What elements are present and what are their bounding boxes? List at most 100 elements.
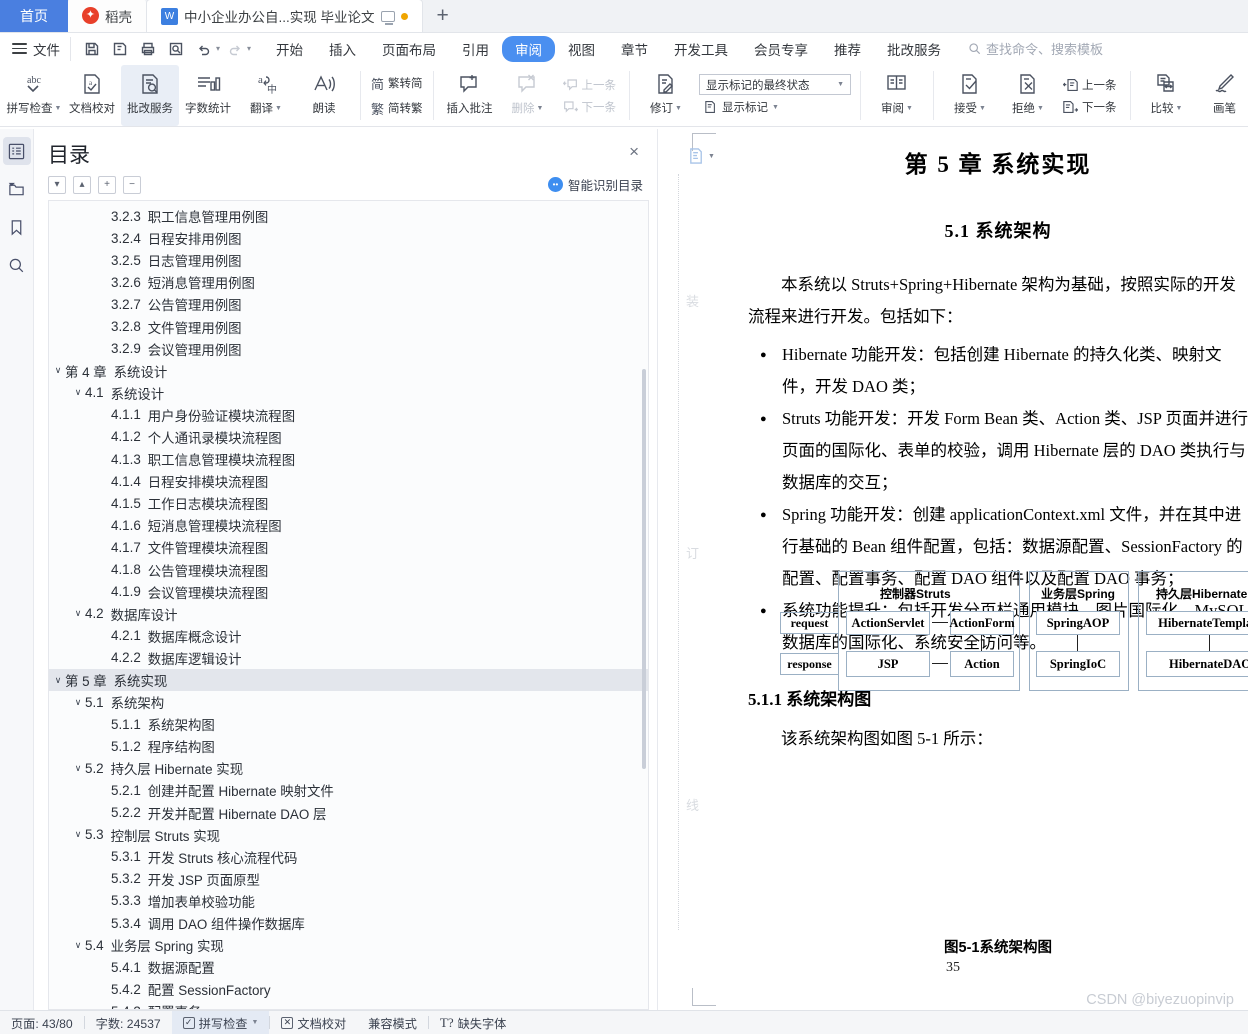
ribbon-tab-page-layout[interactable]: 页面布局	[369, 36, 449, 62]
toc-item[interactable]: ∨ 5.1 系统架构	[49, 691, 648, 713]
toc-scrollbar[interactable]	[642, 369, 646, 769]
chevron-down-icon[interactable]: ∨	[71, 608, 85, 619]
trad-to-simp-button[interactable]: 简 繁转简	[367, 72, 427, 95]
toc-item[interactable]: 5.3.4 调用 DAO 组件操作数据库	[49, 912, 648, 934]
doc-proofread-button[interactable]: a 文档校对	[63, 65, 121, 126]
undo-icon[interactable]	[191, 37, 217, 61]
toc-item[interactable]: 3.2.6 短消息管理用例图	[49, 271, 648, 293]
toc-item[interactable]: ∨ 5.4 业务层 Spring 实现	[49, 934, 648, 956]
toc-item[interactable]: 4.1.8 公告管理模块流程图	[49, 559, 648, 581]
show-markup-button[interactable]: 显示标记 ▼	[699, 97, 851, 117]
file-menu-button[interactable]: 文件	[10, 39, 70, 59]
toc-item[interactable]: 5.2.2 开发并配置 Hibernate DAO 层	[49, 802, 648, 824]
toc-item[interactable]: ∨ 4.1 系统设计	[49, 382, 648, 404]
ribbon-tab-references[interactable]: 引用	[449, 36, 502, 62]
save-as-icon[interactable]	[107, 37, 133, 61]
track-changes-button[interactable]: 修订 ▼	[637, 65, 695, 126]
thumbnail-icon[interactable]	[3, 175, 31, 203]
ribbon-tab-start[interactable]: 开始	[263, 36, 316, 62]
toc-item[interactable]: 5.4.3配置事务	[49, 1000, 648, 1009]
chevron-down-icon[interactable]: ∨	[71, 387, 85, 398]
comment-marker-icon[interactable]: ▼	[688, 147, 715, 165]
chevron-down-icon[interactable]: ∨	[71, 829, 85, 840]
toc-item[interactable]: 4.1.2 个人通讯录模块流程图	[49, 426, 648, 448]
toc-item[interactable]: 3.2.3 职工信息管理用例图	[49, 205, 648, 227]
insert-comment-button[interactable]: 插入批注	[441, 65, 499, 126]
read-aloud-button[interactable]: 朗读	[295, 65, 353, 126]
toc-item[interactable]: 5.3.3 增加表单校验功能	[49, 890, 648, 912]
compat-mode-status[interactable]: 兼容模式	[357, 1011, 428, 1034]
toc-item[interactable]: 4.1.7 文件管理模块流程图	[49, 536, 648, 558]
outline-icon[interactable]	[2, 137, 31, 165]
chevron-down-icon[interactable]: ▼	[708, 153, 715, 160]
toc-item[interactable]: 4.1.1 用户身份验证模块流程图	[49, 404, 648, 426]
expand-all-icon[interactable]: +	[98, 175, 116, 194]
chevron-down-icon[interactable]: ∨	[71, 763, 85, 774]
toc-item[interactable]: 3.2.4 日程安排用例图	[49, 227, 648, 249]
toc-item[interactable]: 3.2.5 日志管理用例图	[49, 249, 648, 271]
ink-pen-button[interactable]: 画笔	[1196, 65, 1248, 126]
toc-item[interactable]: 5.3.2 开发 JSP 页面原型	[49, 868, 648, 890]
toc-item[interactable]: 3.2.9 会议管理用例图	[49, 338, 648, 360]
page-indicator[interactable]: 页面: 43/80	[0, 1011, 84, 1034]
toc-item[interactable]: 4.1.5 工作日志模块流程图	[49, 492, 648, 514]
toc-item[interactable]: 4.2.1 数据库概念设计	[49, 625, 648, 647]
ribbon-tab-dev-tools[interactable]: 开发工具	[661, 36, 741, 62]
toc-item[interactable]: ∨ 第 5 章系统实现	[49, 668, 648, 692]
toc-item[interactable]: ∨ 5.3 控制层 Struts 实现	[49, 824, 648, 846]
reject-change-button[interactable]: 拒绝 ▼	[999, 65, 1057, 126]
toc-item[interactable]: 3.2.8 文件管理用例图	[49, 315, 648, 337]
close-icon[interactable]: ×	[625, 139, 643, 164]
toc-list[interactable]: 3.2.3 职工信息管理用例图 3.2.4 日程安排用例图 3.2.5 日志管理用例图 3.…	[48, 200, 649, 1010]
accept-change-button[interactable]: 接受 ▼	[941, 65, 999, 126]
word-count-button[interactable]: 字数统计	[179, 65, 237, 126]
collapse-up-icon[interactable]: ▴	[73, 175, 91, 194]
document-body[interactable]: 第 5 章 系统实现 5.1 系统架构 本系统以 Struts+Spring+H…	[748, 139, 1248, 957]
toc-item[interactable]: ∨ 4.2 数据库设计	[49, 603, 648, 625]
spell-check-button[interactable]: abc 拼写检查 ▼	[5, 65, 63, 126]
toc-item[interactable]: 5.4.2 配置 SessionFactory	[49, 978, 648, 1000]
undo-dropdown-icon[interactable]: ▾	[216, 44, 220, 53]
translate-button[interactable]: a中 翻译 ▼	[237, 65, 295, 126]
toc-item[interactable]: 4.1.9 会议管理模块流程图	[49, 581, 648, 603]
tab-document[interactable]: W 中小企业办公自...实现 毕业论文	[146, 0, 423, 32]
new-tab-button[interactable]: +	[423, 4, 463, 32]
search-icon[interactable]	[3, 251, 31, 279]
toc-item[interactable]: 5.2.1 创建并配置 Hibernate 映射文件	[49, 779, 648, 801]
expand-down-icon[interactable]: ▾	[48, 175, 66, 194]
ribbon-tab-insert[interactable]: 插入	[316, 36, 369, 62]
reviewing-pane-button[interactable]: 审阅 ▼	[868, 65, 926, 126]
toc-item[interactable]: 5.3.1 开发 Struts 核心流程代码	[49, 846, 648, 868]
tab-daoke[interactable]: ✦ 稻壳	[68, 0, 146, 32]
next-change-button[interactable]: 下一条	[1059, 97, 1121, 117]
spell-check-status[interactable]: ✓ 拼写检查 ▼	[171, 1010, 270, 1034]
document-pane[interactable]: ▼ 装 订 线 第 5 章 系统实现 5.1 系统架构 本系统以 Struts+…	[658, 129, 1248, 1010]
markup-state-select[interactable]: 显示标记的最终状态 ▼	[699, 74, 852, 95]
smart-toc-button[interactable]: •• 智能识别目录	[547, 175, 643, 194]
chevron-down-icon[interactable]: ∨	[51, 365, 65, 376]
chevron-down-icon[interactable]: ∨	[51, 675, 65, 686]
toc-item[interactable]: 5.1.2 程序结构图	[49, 735, 648, 757]
delete-comment-button[interactable]: 删除 ▼	[499, 65, 557, 126]
ribbon-tab-correction-service[interactable]: 批改服务	[874, 36, 954, 62]
toc-item[interactable]: 5.1.1 系统架构图	[49, 713, 648, 735]
toc-item[interactable]: 4.1.4 日程安排模块流程图	[49, 470, 648, 492]
correction-service-button[interactable]: 批改服务	[121, 65, 179, 126]
ribbon-tab-member[interactable]: 会员专享	[741, 36, 821, 62]
ribbon-tab-view[interactable]: 视图	[555, 36, 608, 62]
toc-item[interactable]: ∨ 5.2 持久层 Hibernate 实现	[49, 757, 648, 779]
ribbon-tab-recommend[interactable]: 推荐	[821, 36, 874, 62]
simp-to-trad-button[interactable]: 繁 简转繁	[367, 97, 427, 120]
prev-change-button[interactable]: 上一条	[1059, 75, 1121, 95]
toc-item[interactable]: 4.2.2 数据库逻辑设计	[49, 647, 648, 669]
ribbon-tab-review[interactable]: 审阅	[502, 35, 556, 62]
doc-proofread-status[interactable]: ✕ 文档校对	[270, 1011, 357, 1034]
bookmark-icon[interactable]	[3, 213, 31, 241]
compare-button[interactable]: 比较 ▼	[1138, 65, 1196, 126]
toc-item[interactable]: ∨ 第 4 章系统设计	[49, 360, 648, 382]
prev-comment-button[interactable]: 上一条	[559, 75, 621, 95]
collapse-all-icon[interactable]: −	[123, 175, 141, 194]
toc-item[interactable]: 5.4.1 数据源配置	[49, 956, 648, 978]
toc-item[interactable]: 4.1.6 短消息管理模块流程图	[49, 514, 648, 536]
toc-item[interactable]: 3.2.7 公告管理用例图	[49, 293, 648, 315]
